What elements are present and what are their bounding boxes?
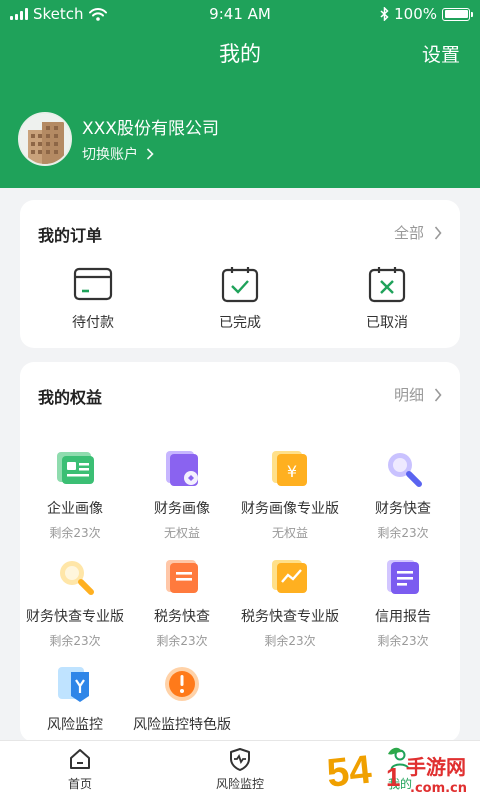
- benefit-remaining: 剩余23次: [49, 526, 101, 540]
- order-completed[interactable]: 已完成: [185, 264, 295, 332]
- report-icon: [387, 560, 419, 594]
- orders-title: 我的订单: [38, 226, 103, 245]
- benefit-credit-report[interactable]: 信用报告 剩余23次: [343, 554, 463, 649]
- finance-portrait-icon: [166, 451, 198, 486]
- benefit-name: 税务快查专业版: [241, 609, 339, 625]
- benefit-remaining: 无权益: [163, 526, 200, 540]
- company-name: XXX股份有限公司: [82, 119, 219, 139]
- building-icon: [20, 114, 70, 164]
- benefit-name: 风险监控: [47, 717, 103, 733]
- benefit-remaining: 剩余23次: [377, 634, 429, 648]
- risk-shield-icon: [58, 667, 89, 702]
- benefit-tax-quick-pro[interactable]: 税务快查专业版 剩余23次: [230, 554, 350, 649]
- benefit-name: 税务快查: [154, 609, 210, 625]
- benefit-finance-quick[interactable]: 财务快查 剩余23次: [343, 446, 463, 541]
- order-label: 待付款: [72, 315, 114, 331]
- clipboard-x-icon: [368, 267, 406, 303]
- status-bar: Sketch 9:41 AM 100%: [0, 0, 480, 28]
- benefit-risk-monitor[interactable]: 风险监控: [15, 662, 135, 734]
- orders-all-label: 全部: [393, 224, 424, 242]
- benefit-finance-quick-pro[interactable]: 财务快查专业版 剩余23次: [15, 554, 135, 649]
- benefit-remaining: 剩余23次: [377, 526, 429, 540]
- watermark-logo: 54 1 手游网 .com.cn: [326, 747, 467, 796]
- tab-label: 首页: [67, 777, 92, 791]
- benefit-name: 企业画像: [47, 501, 103, 517]
- benefit-name: 财务画像专业版: [241, 501, 339, 517]
- chevron-right-icon: [434, 387, 442, 402]
- magnifier-icon: [388, 453, 422, 487]
- tax-doc-icon: [166, 560, 198, 593]
- warning-icon: [165, 667, 199, 701]
- settings-button[interactable]: 设置: [422, 40, 460, 67]
- benefits-detail-label: 明细: [393, 386, 424, 404]
- chevron-right-icon: [146, 148, 154, 160]
- bluetooth-icon: [380, 7, 389, 21]
- watermark-url: .com.cn: [410, 781, 467, 796]
- watermark-text: 手游网: [406, 755, 466, 779]
- benefit-name: 财务快查: [375, 501, 431, 517]
- order-pending-payment[interactable]: 待付款: [38, 264, 148, 332]
- benefit-finance-portrait[interactable]: 财务画像 无权益: [122, 446, 242, 541]
- benefit-risk-monitor-special[interactable]: 风险监控特色版: [122, 662, 242, 734]
- benefit-name: 财务快查专业版: [26, 609, 124, 625]
- magnifier-pro-icon: [60, 561, 94, 595]
- tax-chart-icon: [272, 560, 307, 593]
- benefit-remaining: 剩余23次: [264, 634, 316, 648]
- header: Sketch 9:41 AM 100% 我的 设置 XXX股份有限公司 切换账户: [0, 0, 480, 188]
- home-icon: [70, 749, 90, 769]
- tab-risk-monitor[interactable]: 风险监控: [185, 747, 295, 792]
- clipboard-check-icon: [221, 267, 259, 303]
- yen-doc-icon: ¥: [272, 451, 307, 486]
- benefits-title: 我的权益: [38, 388, 103, 407]
- battery-percent: 100%: [394, 5, 437, 23]
- svg-text:¥: ¥: [287, 462, 297, 481]
- benefit-remaining: 无权益: [271, 526, 308, 540]
- benefit-remaining: 剩余23次: [156, 634, 208, 648]
- battery-icon: [442, 7, 473, 21]
- orders-card: 我的订单 全部 待付款 已完成 已取消: [20, 200, 460, 348]
- benefit-tax-quick[interactable]: 税务快查 剩余23次: [122, 554, 242, 649]
- benefit-name: 信用报告: [375, 609, 431, 625]
- switch-account-link[interactable]: 切换账户: [82, 144, 154, 164]
- order-label: 已取消: [366, 315, 408, 331]
- svg-text:54: 54: [326, 747, 374, 795]
- benefit-company-profile[interactable]: 企业画像 剩余23次: [15, 446, 135, 541]
- benefit-remaining: 剩余23次: [49, 634, 101, 648]
- benefits-detail-link[interactable]: 明细: [394, 384, 442, 405]
- chevron-right-icon: [434, 225, 442, 240]
- tab-label: 风险监控: [215, 777, 264, 791]
- benefit-name: 风险监控特色版: [133, 717, 231, 733]
- order-cancelled[interactable]: 已取消: [332, 264, 442, 332]
- page-title: 我的: [219, 42, 261, 66]
- profile-card-icon: [57, 452, 94, 484]
- shield-pulse-icon: [230, 748, 250, 771]
- benefit-finance-portrait-pro[interactable]: ¥ 财务画像专业版 无权益: [230, 446, 350, 541]
- orders-all-link[interactable]: 全部: [394, 222, 442, 243]
- benefit-name: 财务画像: [154, 501, 210, 517]
- wallet-icon: [73, 267, 113, 301]
- benefits-card: 我的权益 明细 企业画像 剩余23次 财务画像 无权益 ¥ 财务画像专业版 无权…: [20, 362, 460, 742]
- order-label: 已完成: [219, 315, 261, 331]
- svg-text:1: 1: [386, 762, 400, 792]
- tab-home[interactable]: 首页: [25, 747, 135, 792]
- switch-account-label: 切换账户: [82, 147, 138, 163]
- avatar[interactable]: [18, 112, 72, 166]
